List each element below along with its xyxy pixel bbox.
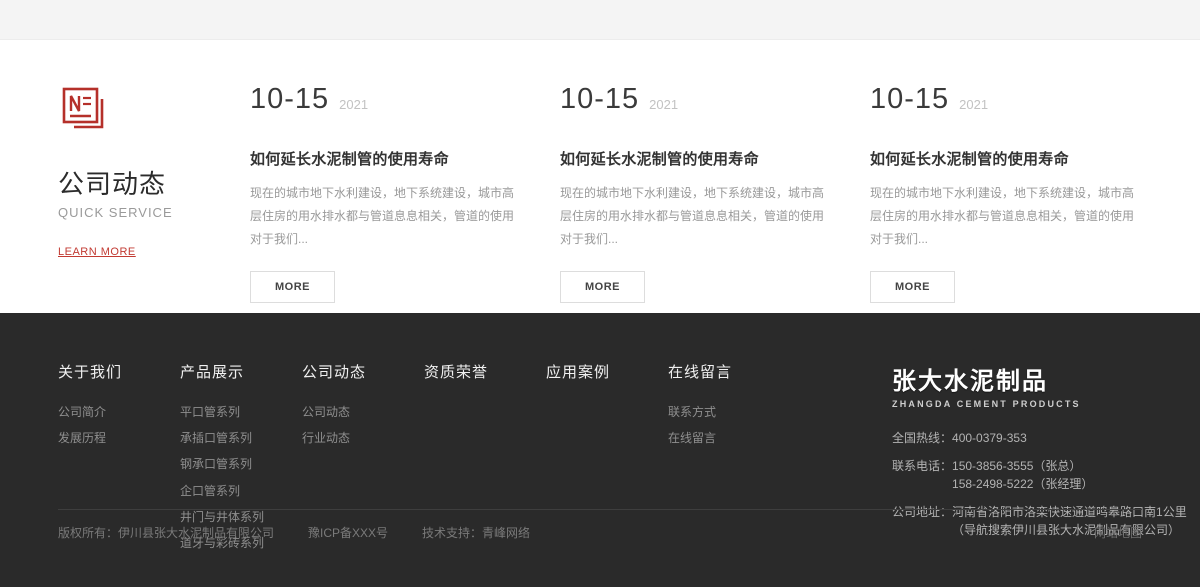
news-card[interactable]: 10-15 2021 如何延长水泥制管的使用寿命 现在的城市地下水利建设，地下系… (870, 85, 1142, 303)
news-card[interactable]: 10-15 2021 如何延长水泥制管的使用寿命 现在的城市地下水利建设，地下系… (250, 85, 522, 303)
date-day: 10-15 (870, 85, 949, 114)
learn-more-link[interactable]: LEARN MORE (58, 246, 136, 258)
footer-col-products: 产品展示 平口管系列 承插口管系列 钢承口管系列 企口管系列 井门与井体系列 道… (180, 361, 302, 509)
date-day: 10-15 (560, 85, 639, 114)
top-nav-strip (0, 0, 1200, 40)
footer-col-about: 关于我们 公司简介 发展历程 (58, 361, 180, 509)
footer-col-title[interactable]: 应用案例 (546, 361, 668, 382)
footer-brand-block: 张大水泥制品 ZHANGDA CEMENT PRODUCTS 全国热线： 400… (892, 361, 1142, 509)
news-excerpt: 现在的城市地下水利建设，地下系统建设，城市高层住房的用水排水都与管道息息相关，管… (560, 182, 832, 250)
brand-logo: 张大水泥制品 (892, 361, 1142, 396)
footer-link[interactable]: 企口管系列 (180, 482, 302, 501)
footer-link[interactable]: 行业动态 (302, 429, 424, 448)
date-year: 2021 (339, 97, 368, 114)
news-title[interactable]: 如何延长水泥制管的使用寿命 (870, 148, 1142, 169)
company-news-section: 公司动态 QUICK SERVICE LEARN MORE 10-15 2021… (0, 40, 1200, 313)
footer-link[interactable]: 平口管系列 (180, 403, 302, 422)
footer-link[interactable]: 联系方式 (668, 403, 790, 422)
date-year: 2021 (649, 97, 678, 114)
more-button[interactable]: MORE (250, 271, 335, 303)
contact-value: 400-0379-353 (952, 429, 1027, 448)
more-button[interactable]: MORE (870, 271, 955, 303)
news-date: 10-15 2021 (560, 85, 832, 114)
date-day: 10-15 (250, 85, 329, 114)
news-section-intro: 公司动态 QUICK SERVICE LEARN MORE (58, 85, 250, 303)
news-title[interactable]: 如何延长水泥制管的使用寿命 (250, 148, 522, 169)
news-card[interactable]: 10-15 2021 如何延长水泥制管的使用寿命 现在的城市地下水利建设，地下系… (560, 85, 832, 303)
date-year: 2021 (959, 97, 988, 114)
news-excerpt: 现在的城市地下水利建设，地下系统建设，城市高层住房的用水排水都与管道息息相关，管… (250, 182, 522, 250)
news-icon (60, 85, 250, 140)
contact-value: 150-3856-3555（张总） (952, 457, 1093, 476)
news-card-list: 10-15 2021 如何延长水泥制管的使用寿命 现在的城市地下水利建设，地下系… (250, 85, 1142, 303)
sitemap-link[interactable]: 网站地图 (1094, 524, 1142, 541)
footer-link[interactable]: 公司简介 (58, 403, 180, 422)
footer-col-news: 公司动态 公司动态 行业动态 (302, 361, 424, 509)
contact-value: 158-2498-5222（张经理） (952, 475, 1093, 494)
footer-col-title[interactable]: 资质荣誉 (424, 361, 546, 382)
footer-col-title[interactable]: 产品展示 (180, 361, 302, 382)
more-button[interactable]: MORE (560, 271, 645, 303)
footer-link[interactable]: 公司动态 (302, 403, 424, 422)
contact-hotline: 全国热线： 400-0379-353 (892, 429, 1142, 448)
news-date: 10-15 2021 (870, 85, 1142, 114)
footer-bottom-bar: 版权所有：伊川县张大水泥制品有限公司 豫ICP备XXX号 技术支持：青峰网络 网… (58, 510, 1142, 541)
section-title: 公司动态 (58, 164, 250, 201)
news-date: 10-15 2021 (250, 85, 522, 114)
footer-link[interactable]: 承插口管系列 (180, 429, 302, 448)
tech-support[interactable]: 技术支持：青峰网络 (422, 524, 530, 541)
footer-link[interactable]: 在线留言 (668, 429, 790, 448)
contact-phones: 联系电话： 150-3856-3555（张总） 158-2498-5222（张经… (892, 457, 1142, 494)
footer-col-title[interactable]: 公司动态 (302, 361, 424, 382)
footer-col-title[interactable]: 在线留言 (668, 361, 790, 382)
icp-record[interactable]: 豫ICP备XXX号 (308, 524, 388, 541)
footer-link[interactable]: 发展历程 (58, 429, 180, 448)
site-footer: 关于我们 公司简介 发展历程 产品展示 平口管系列 承插口管系列 钢承口管系列 … (0, 313, 1200, 587)
news-title[interactable]: 如何延长水泥制管的使用寿命 (560, 148, 832, 169)
news-excerpt: 现在的城市地下水利建设，地下系统建设，城市高层住房的用水排水都与管道息息相关，管… (870, 182, 1142, 250)
footer-col-cases: 应用案例 (546, 361, 668, 509)
footer-col-message: 在线留言 联系方式 在线留言 (668, 361, 790, 509)
contact-label: 全国热线： (892, 429, 952, 448)
footer-link[interactable]: 钢承口管系列 (180, 455, 302, 474)
contact-label: 联系电话： (892, 457, 952, 494)
brand-logo-en: ZHANGDA CEMENT PRODUCTS (892, 399, 1142, 409)
section-subtitle: QUICK SERVICE (58, 205, 250, 220)
footer-col-honors: 资质荣誉 (424, 361, 546, 509)
footer-col-title[interactable]: 关于我们 (58, 361, 180, 382)
copyright-text: 版权所有：伊川县张大水泥制品有限公司 (58, 524, 274, 541)
